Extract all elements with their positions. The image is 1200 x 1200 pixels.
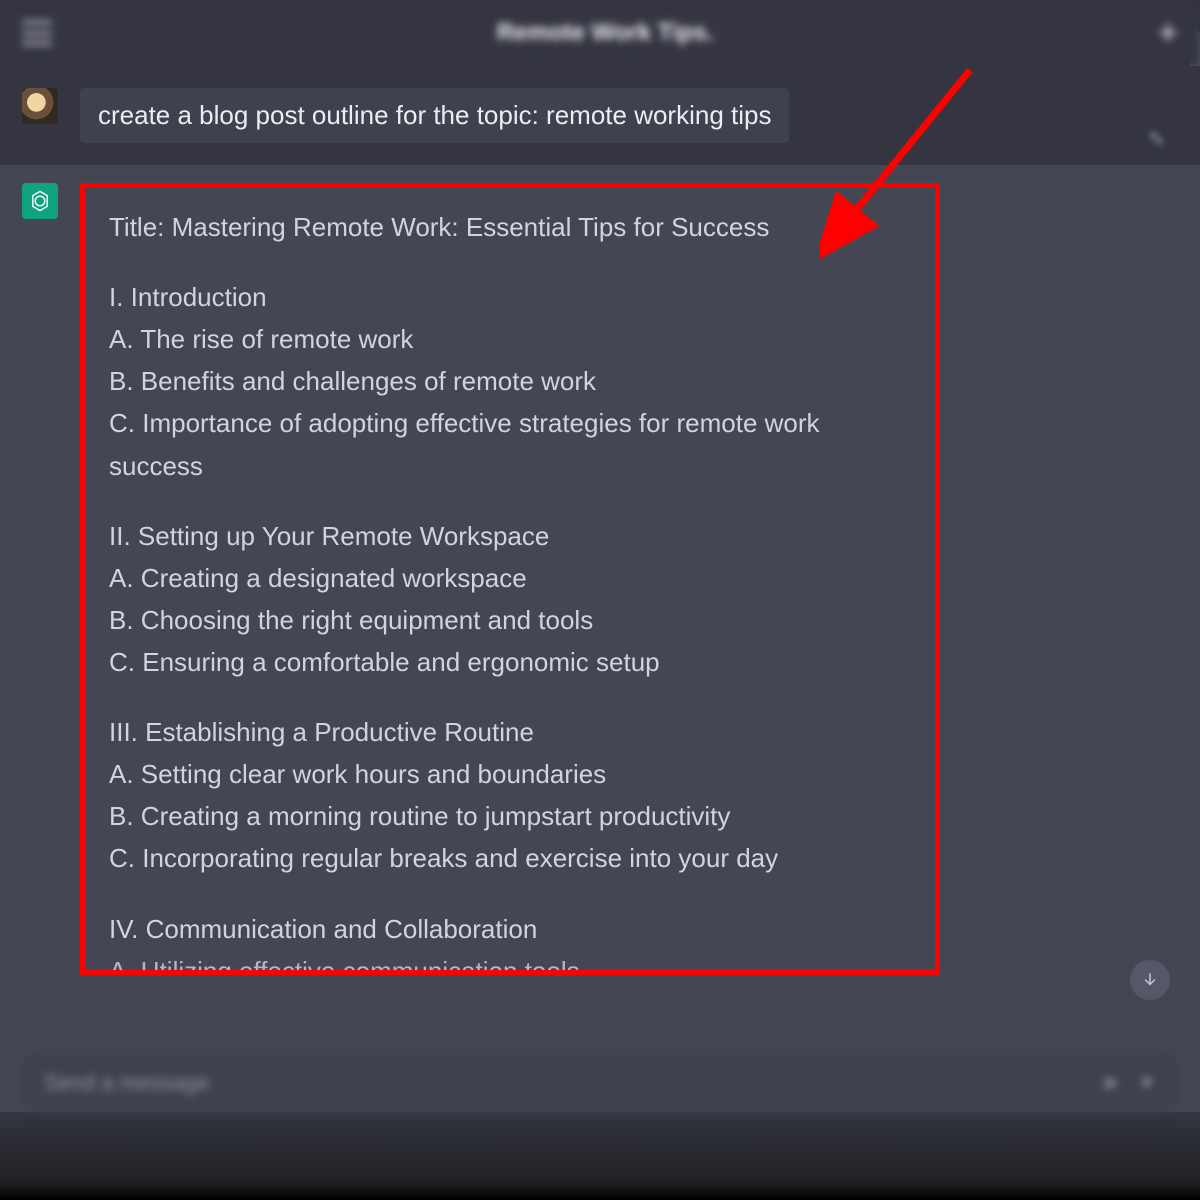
new-chat-icon[interactable]: + (1158, 18, 1178, 48)
user-avatar (22, 88, 58, 124)
section-item: C. Importance of adopting effective stra… (109, 402, 911, 486)
input-placeholder: Send a message (44, 1070, 1101, 1096)
section-item: B. Choosing the right equipment and tool… (109, 599, 911, 641)
section-heading: III. Establishing a Productive Routine (109, 711, 911, 753)
message-input[interactable]: Send a message ➤ ✦ (22, 1054, 1178, 1112)
edit-icon[interactable]: ✎ (1148, 127, 1166, 153)
section-item-cut: A. Utilizing effective communication too… (109, 950, 911, 970)
regen-icon[interactable]: ✦ (1138, 1070, 1156, 1096)
send-icon[interactable]: ➤ (1101, 1070, 1119, 1096)
section-item: A. Creating a designated workspace (109, 557, 911, 599)
assistant-response-highlight-box: Title: Mastering Remote Work: Essential … (80, 183, 940, 975)
response-title: Title: Mastering Remote Work: Essential … (109, 206, 911, 248)
arrow-down-icon (1141, 971, 1159, 989)
menu-icon[interactable] (22, 21, 52, 45)
section-heading: IV. Communication and Collaboration (109, 908, 911, 950)
input-bar: Send a message ➤ ✦ (0, 1054, 1200, 1112)
footer-gradient (0, 1112, 1200, 1200)
section-heading: I. Introduction (109, 276, 911, 318)
section-item: C. Ensuring a comfortable and ergonomic … (109, 641, 911, 683)
chat-app: Remote Work Tips. + create a blog post o… (0, 0, 1200, 1200)
header: Remote Work Tips. + (0, 0, 1200, 66)
assistant-message-row: Title: Mastering Remote Work: Essential … (0, 165, 1200, 1175)
scroll-to-bottom-button[interactable] (1130, 960, 1170, 1000)
assistant-avatar (22, 183, 58, 219)
section-item: C. Incorporating regular breaks and exer… (109, 837, 911, 879)
section-item: B. Creating a morning routine to jumpsta… (109, 795, 911, 837)
section-heading: II. Setting up Your Remote Workspace (109, 515, 911, 557)
user-message-text: create a blog post outline for the topic… (80, 88, 789, 143)
section-item: B. Benefits and challenges of remote wor… (109, 360, 911, 402)
section-item: A. Setting clear work hours and boundari… (109, 753, 911, 795)
openai-logo-icon (28, 189, 52, 213)
user-message-row: create a blog post outline for the topic… (0, 66, 1200, 165)
section-item: A. The rise of remote work (109, 318, 911, 360)
chat-title: Remote Work Tips. (52, 19, 1158, 47)
